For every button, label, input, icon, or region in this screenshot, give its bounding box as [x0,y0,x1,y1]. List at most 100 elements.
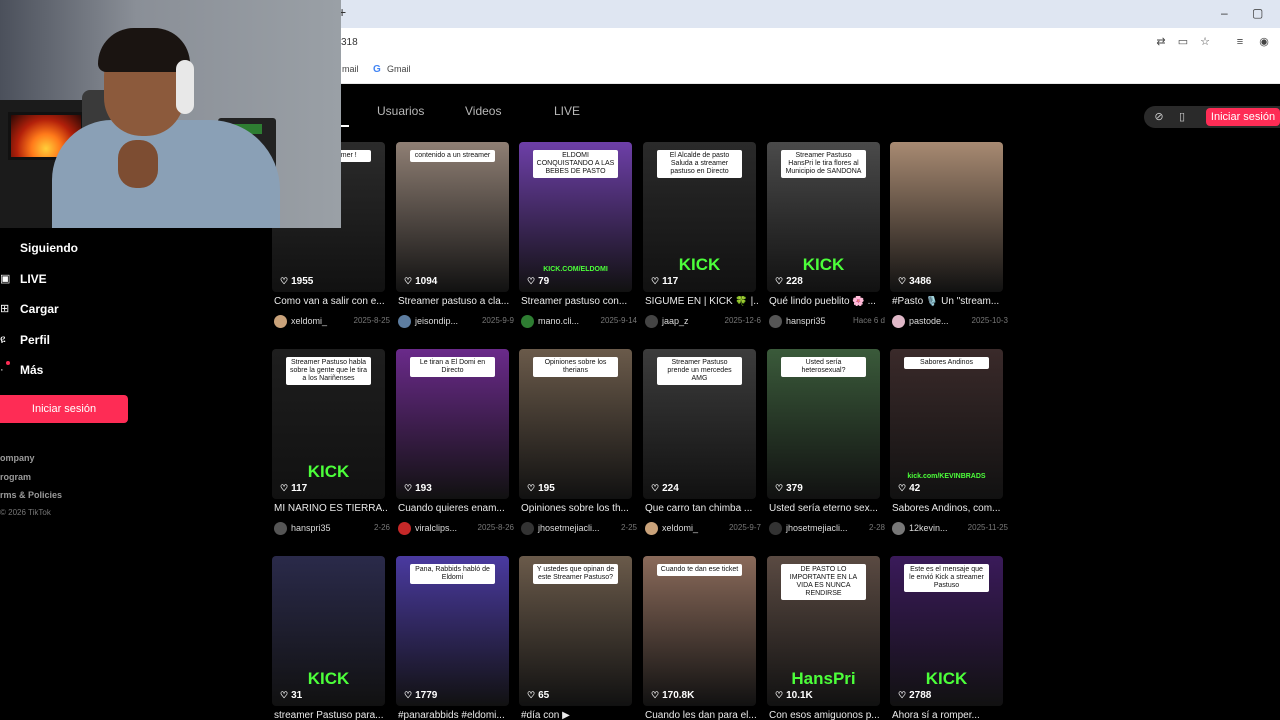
avatar[interactable] [521,522,534,535]
video-thumbnail[interactable]: ♡ 3486 [890,142,1003,292]
bookmark-mail[interactable]: mail [342,64,359,74]
avatar[interactable] [521,315,534,328]
post-date: 2025-12-6 [724,316,761,325]
live-icon: ▣ [0,273,11,285]
video-card[interactable]: Cuando te dan ese ticket ♡ 170.8K Cuando le… [643,556,758,720]
footer-link-terms[interactable]: rms & Policies [0,490,62,500]
video-thumbnail[interactable]: Pana, Rabbids habló de Eldomi ♡ 1779 [396,556,509,706]
video-thumbnail[interactable]: Sabores Andinos kick.com/KEVINBRADS ♡ 42 [890,349,1003,499]
video-card[interactable]: Usted sería heterosexual? ♡ 379 Usted sería… [767,349,885,539]
video-description[interactable]: SIGUME EN | KICK 🍀 |... [645,296,758,307]
author-name[interactable]: jeisondip... [415,316,458,326]
video-description[interactable]: Que carro tan chimba ... [645,503,758,514]
video-thumbnail[interactable]: Cuando te dan ese ticket ♡ 170.8K [643,556,756,706]
video-description[interactable]: #panarabbids #eldomi... [398,710,511,720]
author-name[interactable]: jhosetmejiacli... [786,523,848,533]
video-thumbnail[interactable]: Y ustedes que opinan de este Streamer Pa… [519,556,632,706]
video-thumbnail[interactable]: Le tiran a El Domi en Directo ♡ 193 [396,349,509,499]
video-card[interactable]: KICK ♡ 31 streamer Pastuso para... [272,556,385,720]
person-hand [118,140,158,188]
video-description[interactable]: Usted sería eterno sex... [769,503,882,514]
tab-videos[interactable]: Videos [465,104,501,118]
phone-icon[interactable]: ▯ [1175,110,1189,124]
video-thumbnail[interactable]: ELDOMI CONQUISTANDO A LAS BEBES DE PASTO… [519,142,632,292]
tab-live[interactable]: LIVE [554,104,580,118]
video-description[interactable]: #día con ▶ [521,710,634,720]
footer-link-company[interactable]: ompany [0,453,35,463]
author-name[interactable]: jhosetmejiacli... [538,523,600,533]
reading-list-icon[interactable]: ≡ [1234,36,1246,48]
video-card[interactable]: Opiniones sobre los therians ♡ 195 Opinione… [519,349,637,539]
translate-icon[interactable]: ⇄ [1155,36,1167,48]
cast-icon[interactable]: ▭ [1177,36,1189,48]
video-thumbnail[interactable]: El Alcalde de pasto Saluda a streamer pa… [643,142,756,292]
video-card[interactable]: ELDOMI CONQUISTANDO A LAS BEBES DE PASTO… [519,142,637,332]
video-description[interactable]: Como van a salir con e... [274,296,387,307]
video-description[interactable]: MI NARIÑO ES TIERRA... [274,503,387,514]
video-thumbnail[interactable]: contenido a un streamer ♡ 1094 [396,142,509,292]
video-description[interactable]: Con esos amiguonos p... [769,710,882,720]
author-name[interactable]: 12kevin... [909,523,948,533]
avatar[interactable] [274,522,287,535]
coin-icon[interactable]: ⊘ [1152,110,1166,124]
video-description[interactable]: Ahora sí a romper... [892,710,1005,720]
video-card[interactable]: contenido a un streamer ♡ 1094 Streamer pas… [396,142,514,332]
video-card[interactable]: Y ustedes que opinan de este Streamer Pa… [519,556,632,720]
author-name[interactable]: mano.cli... [538,316,579,326]
avatar[interactable] [769,522,782,535]
author-name[interactable]: pastode... [909,316,949,326]
address-bar[interactable]: 318 [341,31,1141,55]
video-thumbnail[interactable]: KICK ♡ 31 [272,556,385,706]
video-description[interactable]: Qué lindo pueblito 🌸 ... [769,296,882,307]
author-name[interactable]: xeldomi_ [662,523,698,533]
avatar[interactable] [398,315,411,328]
avatar[interactable] [892,522,905,535]
video-description[interactable]: Opiniones sobre los th... [521,503,634,514]
video-card[interactable]: Pana, Rabbids habló de Eldomi ♡ 1779 #panar… [396,556,509,720]
tab-usuarios[interactable]: Usuarios [377,104,424,118]
bookmark-star-icon[interactable]: ☆ [1199,36,1211,48]
author-name[interactable]: xeldomi_ [291,316,327,326]
avatar[interactable] [398,522,411,535]
avatar[interactable] [645,522,658,535]
video-card[interactable]: El Alcalde de pasto Saluda a streamer pa… [643,142,761,332]
video-card[interactable]: Sabores Andinos kick.com/KEVINBRADS ♡ 42 Sab… [890,349,1008,539]
video-description[interactable]: Sabores Andinos, com... [892,503,1005,514]
video-thumbnail[interactable]: Opiniones sobre los therians ♡ 195 [519,349,632,499]
profile-icon[interactable]: ◉ [1258,36,1270,48]
video-description[interactable]: streamer Pastuso para... [274,710,387,720]
video-description[interactable]: Streamer pastuso a cla... [398,296,511,307]
avatar[interactable] [274,315,287,328]
video-card[interactable]: Streamer Pastuso prende un mercedes AMG ♡… [643,349,761,539]
heart-icon: ♡ [404,483,413,493]
video-thumbnail[interactable]: Usted sería heterosexual? ♡ 379 [767,349,880,499]
author-name[interactable]: jaap_z [662,316,689,326]
video-card[interactable]: Streamer Pastuso HansPri le tira flores … [767,142,885,332]
avatar[interactable] [769,315,782,328]
video-card[interactable]: Streamer Pastuso habla sobre la gente qu… [272,349,390,539]
login-button-sidebar[interactable]: Iniciar sesión [0,395,128,423]
login-button-top[interactable]: Iniciar sesión [1206,108,1280,126]
video-card[interactable]: ♡ 3486 #Pasto 🎙️ Un "stream... pastode... 20… [890,142,1008,332]
restore-button[interactable]: ▢ [1252,6,1263,20]
video-card[interactable]: Le tiran a El Domi en Directo ♡ 193 Cuando … [396,349,514,539]
video-description[interactable]: Cuando quieres enam... [398,503,511,514]
author-name[interactable]: hanspri35 [786,316,826,326]
minimize-button[interactable]: – [1221,6,1228,20]
video-description[interactable]: #Pasto 🎙️ Un "stream... [892,296,1005,307]
video-thumbnail[interactable]: Streamer Pastuso habla sobre la gente qu… [272,349,385,499]
video-card[interactable]: Este es el mensaje que le envió Kick a s… [890,556,1003,720]
avatar[interactable] [645,315,658,328]
bookmark-gmail[interactable]: G Gmail [373,64,411,75]
video-thumbnail[interactable]: DE PASTO LO IMPORTANTE EN LA VIDA ES NUN… [767,556,880,706]
footer-link-program[interactable]: rogram [0,472,31,482]
video-description[interactable]: Streamer pastuso con... [521,296,634,307]
avatar[interactable] [892,315,905,328]
author-name[interactable]: viralclips... [415,523,457,533]
video-card[interactable]: DE PASTO LO IMPORTANTE EN LA VIDA ES NUN… [767,556,880,720]
video-thumbnail[interactable]: Este es el mensaje que le envió Kick a s… [890,556,1003,706]
author-name[interactable]: hanspri35 [291,523,331,533]
video-thumbnail[interactable]: Streamer Pastuso HansPri le tira flores … [767,142,880,292]
video-description[interactable]: Cuando les dan para el... [645,710,758,720]
video-thumbnail[interactable]: Streamer Pastuso prende un mercedes AMG ♡… [643,349,756,499]
